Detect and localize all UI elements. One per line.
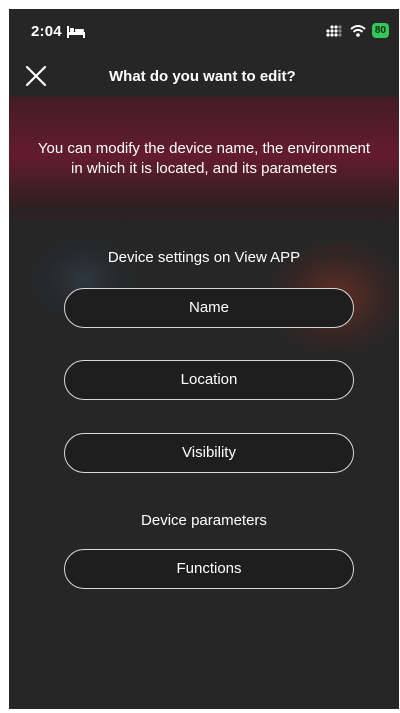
functions-button[interactable]: Functions bbox=[64, 549, 354, 589]
section-title-view-app: Device settings on View APP bbox=[107, 249, 301, 266]
screen: 2:04 80 What do you want to edit? You ca… bbox=[9, 9, 399, 709]
name-button[interactable]: Name bbox=[64, 288, 354, 328]
intro-line-2: in which it is located, and its paramete… bbox=[71, 160, 337, 177]
page-title: What do you want to edit? bbox=[109, 68, 296, 85]
intro-line-1: You can modify the device name, the envi… bbox=[37, 140, 371, 157]
intro-text: You can modify the device name, the envi… bbox=[9, 139, 399, 179]
bed-icon bbox=[67, 26, 85, 38]
status-icons: 80 bbox=[326, 23, 389, 38]
nav-bar: What do you want to edit? bbox=[9, 55, 399, 95]
signal-icon bbox=[326, 24, 342, 37]
location-button[interactable]: Location bbox=[64, 360, 354, 400]
status-time: 2:04 bbox=[31, 23, 62, 40]
wifi-icon bbox=[350, 24, 366, 37]
section-title-parameters: Device parameters bbox=[141, 512, 267, 529]
close-icon[interactable] bbox=[23, 63, 49, 89]
visibility-button[interactable]: Visibility bbox=[64, 433, 354, 473]
battery-icon: 80 bbox=[371, 23, 389, 38]
status-bar: 2:04 80 bbox=[9, 9, 399, 55]
